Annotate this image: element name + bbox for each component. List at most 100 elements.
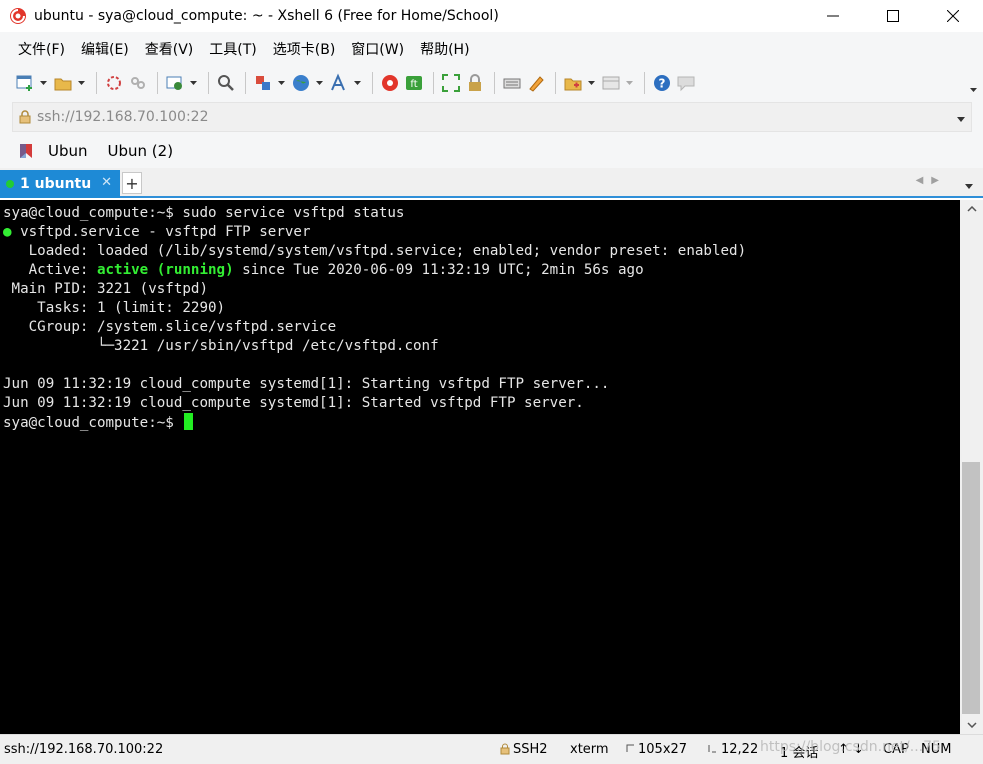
svg-text:ft: ft (410, 79, 417, 90)
link-ubun[interactable]: Ubun (48, 142, 88, 160)
tab-ubuntu[interactable]: 1 ubuntu ✕ (0, 170, 120, 198)
keyboard-icon[interactable] (501, 72, 523, 94)
terminal-line: sya@cloud_compute:~$ sudo service vsftpd… (3, 205, 405, 221)
terminal-output[interactable]: sya@cloud_compute:~$ sudo service vsftpd… (0, 200, 960, 734)
menu-help[interactable]: 帮助(H) (412, 39, 477, 59)
toolbar-separator (157, 72, 158, 94)
tab-label: 1 ubuntu (20, 176, 92, 192)
menu-window[interactable]: 窗口(W) (343, 39, 412, 59)
tab-bar: 1 ubuntu ✕ + ◀▶ (0, 168, 983, 198)
toolbar-separator (208, 72, 209, 94)
chevron-up-icon (966, 206, 977, 212)
fullscreen-icon[interactable] (440, 72, 462, 94)
address-dropdown-icon[interactable] (957, 111, 965, 126)
scroll-down-button[interactable] (960, 716, 983, 734)
watermark: https://blog.csdn.net/...75 (760, 739, 941, 755)
status-bar: ssh://192.168.70.100:22 SSH2 xterm 105x2… (0, 734, 983, 764)
svg-text:?: ? (659, 77, 666, 91)
maximize-button[interactable] (863, 0, 923, 32)
globe-dropdown[interactable] (314, 72, 324, 94)
terminal-cursor (184, 413, 194, 430)
layout-dropdown[interactable] (624, 72, 634, 94)
close-icon (947, 10, 959, 22)
new-session-dropdown[interactable] (38, 72, 48, 94)
address-input[interactable]: ssh://192.168.70.100:22 (12, 102, 972, 132)
scroll-thumb[interactable] (962, 462, 980, 714)
layout-icon[interactable] (600, 72, 622, 94)
terminal-line: CGroup: /system.slice/vsftpd.service (3, 319, 337, 335)
status-cursor-position: 12,22 (721, 742, 759, 757)
toolbar-separator (433, 72, 434, 94)
minimize-button[interactable] (803, 0, 863, 32)
status-address: ssh://192.168.70.100:22 (4, 742, 164, 757)
menu-bar: 文件(F) 编辑(E) 查看(V) 工具(T) 选项卡(B) 窗口(W) 帮助(… (0, 32, 983, 66)
globe-icon[interactable] (290, 72, 312, 94)
help-icon[interactable]: ? (651, 72, 673, 94)
reconnect-icon[interactable] (103, 72, 125, 94)
menu-file[interactable]: 文件(F) (10, 39, 73, 59)
window-controls (803, 0, 983, 32)
tab-scroll-arrows-icon[interactable]: ◀▶ (916, 175, 947, 186)
terminal-prompt: sya@cloud_compute:~$ (3, 415, 183, 431)
menu-tools[interactable]: 工具(T) (201, 39, 264, 59)
toolbar-separator (96, 72, 97, 94)
disconnect-icon[interactable] (127, 72, 149, 94)
properties-dropdown[interactable] (188, 72, 198, 94)
lock-icon[interactable] (464, 72, 486, 94)
address-bar: ssh://192.168.70.100:22 (0, 100, 983, 134)
terminal-line: sya@cloud_compute:~$ (3, 413, 960, 432)
status-terminal-type: xterm (570, 742, 609, 757)
terminal-line: Tasks: 1 (limit: 2290) (3, 300, 226, 316)
toolbar-separator (245, 72, 246, 94)
terminal-line: Loaded: loaded (/lib/systemd/system/vsft… (3, 243, 747, 259)
xftp-icon[interactable]: ft (403, 72, 425, 94)
font-icon[interactable] (328, 72, 350, 94)
connected-status-icon (6, 180, 14, 188)
terminal-line: └─3221 /usr/sbin/vsftpd /etc/vsftpd.conf (3, 338, 439, 354)
link-ubun-2[interactable]: Ubun (2) (108, 142, 174, 160)
scroll-up-button[interactable] (960, 200, 983, 218)
menu-edit[interactable]: 编辑(E) (73, 39, 137, 59)
tab-close-icon[interactable]: ✕ (101, 175, 112, 190)
service-status-bullet: ● (3, 224, 12, 240)
open-folder-icon[interactable] (52, 72, 74, 94)
transfer-icon[interactable] (252, 72, 274, 94)
minimize-icon (827, 15, 839, 17)
toolbar-separator (494, 72, 495, 94)
toolbar-overflow-chevron-icon[interactable] (970, 81, 977, 96)
find-icon[interactable] (215, 72, 237, 94)
resize-icon (626, 744, 634, 752)
transfer-dropdown[interactable] (276, 72, 286, 94)
terminal-text: vsftpd.service - vsftpd FTP server (11, 224, 311, 240)
highlight-icon[interactable] (525, 72, 547, 94)
compose-dropdown[interactable] (586, 72, 596, 94)
open-dropdown[interactable] (76, 72, 86, 94)
terminal-line: Main PID: 3221 (vsftpd) (3, 281, 208, 297)
terminal-line: Jun 09 11:32:19 cloud_compute systemd[1]… (3, 376, 610, 392)
chevron-down-icon (966, 722, 977, 728)
terminal-scrollbar[interactable] (960, 200, 983, 734)
toolbar-separator (644, 72, 645, 94)
tab-menu-chevron-icon[interactable] (965, 178, 973, 193)
properties-icon[interactable] (164, 72, 186, 94)
compose-icon[interactable] (562, 72, 584, 94)
new-tab-button[interactable]: + (122, 172, 142, 194)
maximize-icon (887, 10, 899, 22)
menu-view[interactable]: 查看(V) (137, 39, 202, 59)
status-terminal-size: 105x27 (638, 742, 688, 757)
status-protocol: SSH2 (513, 742, 548, 757)
cursor-position-icon (708, 745, 716, 753)
terminal-text: Active: (3, 262, 97, 278)
bookmark-icon (20, 144, 32, 158)
font-dropdown[interactable] (352, 72, 362, 94)
toolbar: ft ? (0, 66, 983, 100)
close-button[interactable] (923, 0, 983, 32)
new-session-icon[interactable] (14, 72, 36, 94)
xshell-icon[interactable] (379, 72, 401, 94)
menu-tabs[interactable]: 选项卡(B) (265, 39, 344, 59)
chat-icon[interactable] (675, 72, 697, 94)
toolbar-separator (555, 72, 556, 94)
links-bar: Ubun Ubun (2) (0, 134, 983, 168)
title-bar: ubuntu - sya@cloud_compute: ~ - Xshell 6… (0, 0, 983, 32)
